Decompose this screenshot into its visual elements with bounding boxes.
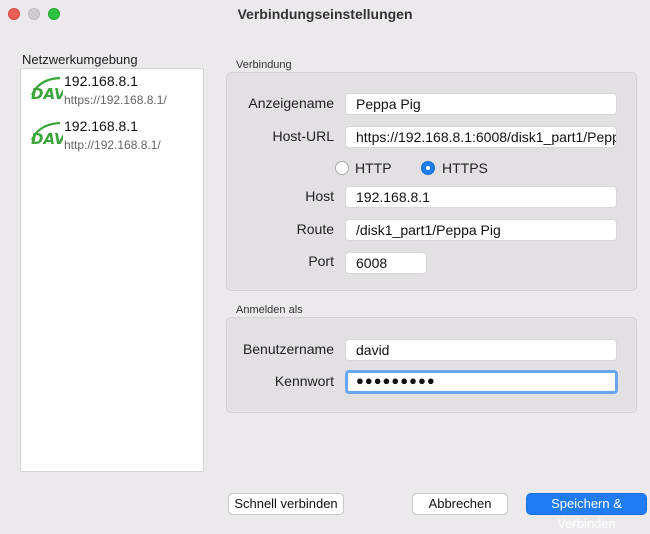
port-field[interactable]: 6008 [345,252,427,274]
display-name-label: Anzeigename [248,95,334,111]
http-radio[interactable] [335,161,349,175]
host-label: Host [305,188,334,204]
dav-icon: DAV [30,121,63,146]
https-radio-label[interactable]: HTTPS [442,160,488,176]
port-label: Port [308,253,334,269]
svg-text:DAV: DAV [31,130,63,146]
quick-connect-button[interactable]: Schnell verbinden [228,493,344,515]
cancel-button[interactable]: Abbrechen [412,493,508,515]
network-item-https[interactable]: DAV 192.168.8.1 https://192.168.8.1/ [27,69,201,113]
host-url-label: Host-URL [272,128,334,144]
http-radio-label[interactable]: HTTP [355,160,392,176]
title-bar: Verbindungseinstellungen [0,0,650,28]
username-field[interactable]: david [345,339,617,361]
display-name-field[interactable]: Peppa Pig [345,93,617,115]
window-title: Verbindungseinstellungen [237,6,413,22]
connection-section-label: Verbindung [236,59,292,71]
network-item-url: https://192.168.8.1/ [64,93,167,107]
save-and-connect-button[interactable]: Speichern & Verbinden [526,493,647,531]
network-item-http[interactable]: DAV 192.168.8.1 http://192.168.8.1/ [27,114,201,158]
network-label: Netzwerkumgebung [22,52,138,67]
host-url-field[interactable]: https://192.168.8.1:6008/disk1_part1/Pep… [345,126,617,148]
username-label: Benutzername [242,341,334,357]
login-group [226,317,637,413]
network-item-name: 192.168.8.1 [64,73,138,89]
route-field[interactable]: /disk1_part1/Peppa Pig [345,219,617,241]
login-section-label: Anmelden als [236,304,303,316]
route-label: Route [296,221,334,237]
network-item-url: http://192.168.8.1/ [64,138,161,152]
password-field[interactable]: ●●●●●●●●● [345,370,618,394]
svg-text:DAV: DAV [31,85,63,101]
https-radio[interactable] [421,161,435,175]
password-label: Kennwort [274,373,334,389]
dav-icon: DAV [30,76,63,101]
network-list: DAV 192.168.8.1 https://192.168.8.1/ DAV… [20,68,204,472]
network-item-name: 192.168.8.1 [64,118,138,134]
host-field[interactable]: 192.168.8.1 [345,186,617,208]
